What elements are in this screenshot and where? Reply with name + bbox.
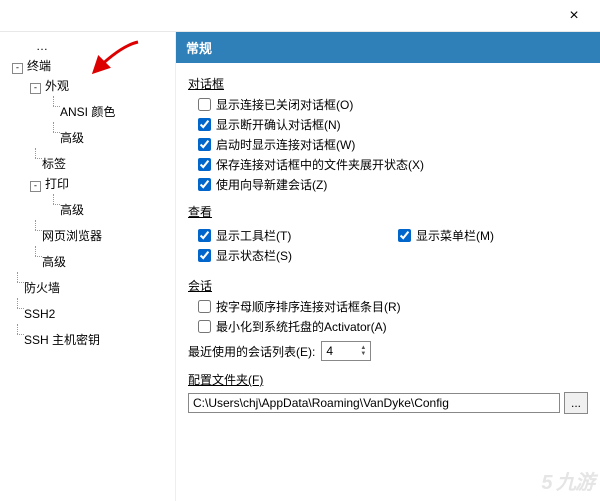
- tree-item-ssh2[interactable]: SSH2: [24, 307, 55, 321]
- tree-item-browser[interactable]: 网页浏览器: [42, 229, 102, 243]
- tree-item[interactable]: …: [36, 39, 48, 53]
- group-dialog: 对话框: [188, 75, 588, 92]
- label: 显示状态栏(S): [216, 247, 292, 264]
- label: 按字母顺序排序连接对话框条目(R): [216, 298, 401, 315]
- collapse-icon[interactable]: -: [30, 83, 41, 94]
- tree-item-print[interactable]: 打印: [45, 177, 69, 191]
- label: 显示断开确认对话框(N): [216, 116, 341, 133]
- label: 启动时显示连接对话框(W): [216, 136, 355, 153]
- spinner-icon[interactable]: ▲▼: [360, 345, 366, 357]
- label: 显示连接已关闭对话框(O): [216, 96, 353, 113]
- tree-item-advanced[interactable]: 高级: [60, 131, 84, 145]
- collapse-icon[interactable]: -: [12, 63, 23, 74]
- mru-spinner[interactable]: 4 ▲▼: [321, 341, 371, 361]
- collapse-icon[interactable]: -: [30, 181, 41, 192]
- config-folder-label: 配置文件夹(F): [188, 371, 588, 388]
- mru-value: 4: [326, 344, 333, 358]
- config-path-input[interactable]: [188, 393, 560, 413]
- chk-toolbar[interactable]: [198, 229, 211, 242]
- tree-item-ansi[interactable]: ANSI 颜色: [60, 105, 115, 119]
- tree-item-print-adv[interactable]: 高级: [60, 203, 84, 217]
- chk-menubar[interactable]: [398, 229, 411, 242]
- chk-show-startup[interactable]: [198, 138, 211, 151]
- label: 显示工具栏(T): [216, 227, 291, 244]
- label: 显示菜单栏(M): [416, 227, 494, 244]
- chk-save-folder[interactable]: [198, 158, 211, 171]
- chk-show-disconnect[interactable]: [198, 118, 211, 131]
- tree-item-firewall[interactable]: 防火墙: [24, 281, 60, 295]
- chk-alpha-sort[interactable]: [198, 300, 211, 313]
- close-button[interactable]: ×: [554, 4, 594, 28]
- tree-item-ssh-hostkey[interactable]: SSH 主机密钥: [24, 333, 100, 347]
- label: 最小化到系统托盘的Activator(A): [216, 318, 387, 335]
- label: 保存连接对话框中的文件夹展开状态(X): [216, 156, 424, 173]
- chk-min-tray[interactable]: [198, 320, 211, 333]
- group-view: 查看: [188, 203, 588, 220]
- browse-button[interactable]: ...: [564, 392, 588, 414]
- label: 使用向导新建会话(Z): [216, 176, 327, 193]
- tree-item-appearance[interactable]: 外观: [45, 79, 69, 93]
- group-session: 会话: [188, 277, 588, 294]
- mru-label: 最近使用的会话列表(E):: [188, 343, 315, 360]
- tree-item-terminal[interactable]: 终端: [27, 59, 51, 73]
- titlebar: ×: [0, 0, 600, 32]
- category-tree[interactable]: … -终端 -外观 ANSI 颜色 高级 标签 -打印 高级 网页浏览器 高级 …: [0, 32, 176, 501]
- tree-item-adv2[interactable]: 高级: [42, 255, 66, 269]
- chk-statusbar[interactable]: [198, 249, 211, 262]
- section-header: 常规: [176, 32, 600, 63]
- chk-show-closed[interactable]: [198, 98, 211, 111]
- tree-item-tabs[interactable]: 标签: [42, 157, 66, 171]
- chk-use-wizard[interactable]: [198, 178, 211, 191]
